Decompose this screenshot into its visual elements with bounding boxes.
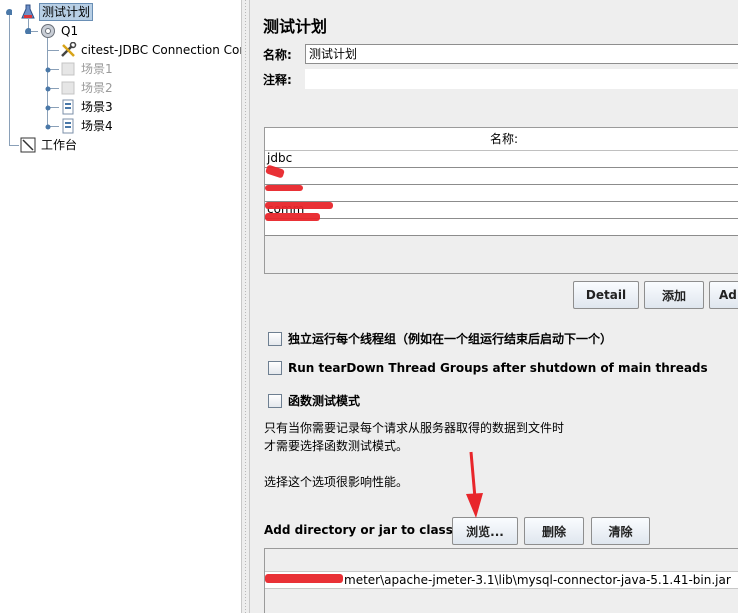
tree-node-scene-1[interactable]: 场景1 <box>60 60 115 78</box>
test-plan-tree: 测试计划 Q1 citest-JDBC Connection Con 场景1 场… <box>0 0 241 613</box>
tree-node-label: 场景2 <box>81 81 113 95</box>
tree-node-label: 测试计划 <box>39 3 94 21</box>
gear-icon <box>40 23 56 39</box>
tree-node-jdbc-config[interactable]: citest-JDBC Connection Con <box>60 41 241 59</box>
split-pane-divider[interactable] <box>241 0 250 613</box>
sampler-icon <box>60 118 76 134</box>
tree-node-thread-group[interactable]: Q1 <box>40 22 80 40</box>
expand-handle-icon[interactable] <box>44 104 51 111</box>
test-plan-panel: 测试计划 名称: 测试计划 注释: 名称: jdbc comm Detail 添… <box>250 0 738 613</box>
flask-icon <box>20 4 36 20</box>
tree-line <box>9 145 19 146</box>
expand-handle-icon[interactable] <box>44 85 51 92</box>
sampler-disabled-icon <box>60 61 76 77</box>
workbench-icon <box>20 137 36 153</box>
sampler-icon <box>60 99 76 115</box>
collapse-handle-icon[interactable] <box>24 27 31 34</box>
tree-line <box>47 50 59 51</box>
expand-handle-icon[interactable] <box>44 123 51 130</box>
tree-node-label: 场景1 <box>81 62 113 76</box>
tree-node-label: citest-JDBC Connection Con <box>81 43 241 57</box>
tree-node-scene-2[interactable]: 场景2 <box>60 79 115 97</box>
tree-node-workbench[interactable]: 工作台 <box>20 136 79 154</box>
tree-line <box>9 13 10 145</box>
tree-node-label: Q1 <box>61 24 79 38</box>
tree-line <box>47 38 48 128</box>
divider-grip <box>245 0 246 613</box>
tree-node-scene-4[interactable]: 场景4 <box>60 117 115 135</box>
tree-node-label: 场景3 <box>81 100 113 114</box>
expand-handle-icon[interactable] <box>44 66 51 73</box>
tree-node-scene-3[interactable]: 场景3 <box>60 98 115 116</box>
tree-node-label: 场景4 <box>81 119 113 133</box>
collapse-handle-icon[interactable] <box>5 8 12 15</box>
annotation-arrow-icon <box>466 451 483 518</box>
wrench-icon <box>60 41 77 58</box>
tree-node-test-plan[interactable]: 测试计划 <box>20 3 94 21</box>
tree-node-label: 工作台 <box>41 138 78 152</box>
sampler-disabled-icon <box>60 80 76 96</box>
